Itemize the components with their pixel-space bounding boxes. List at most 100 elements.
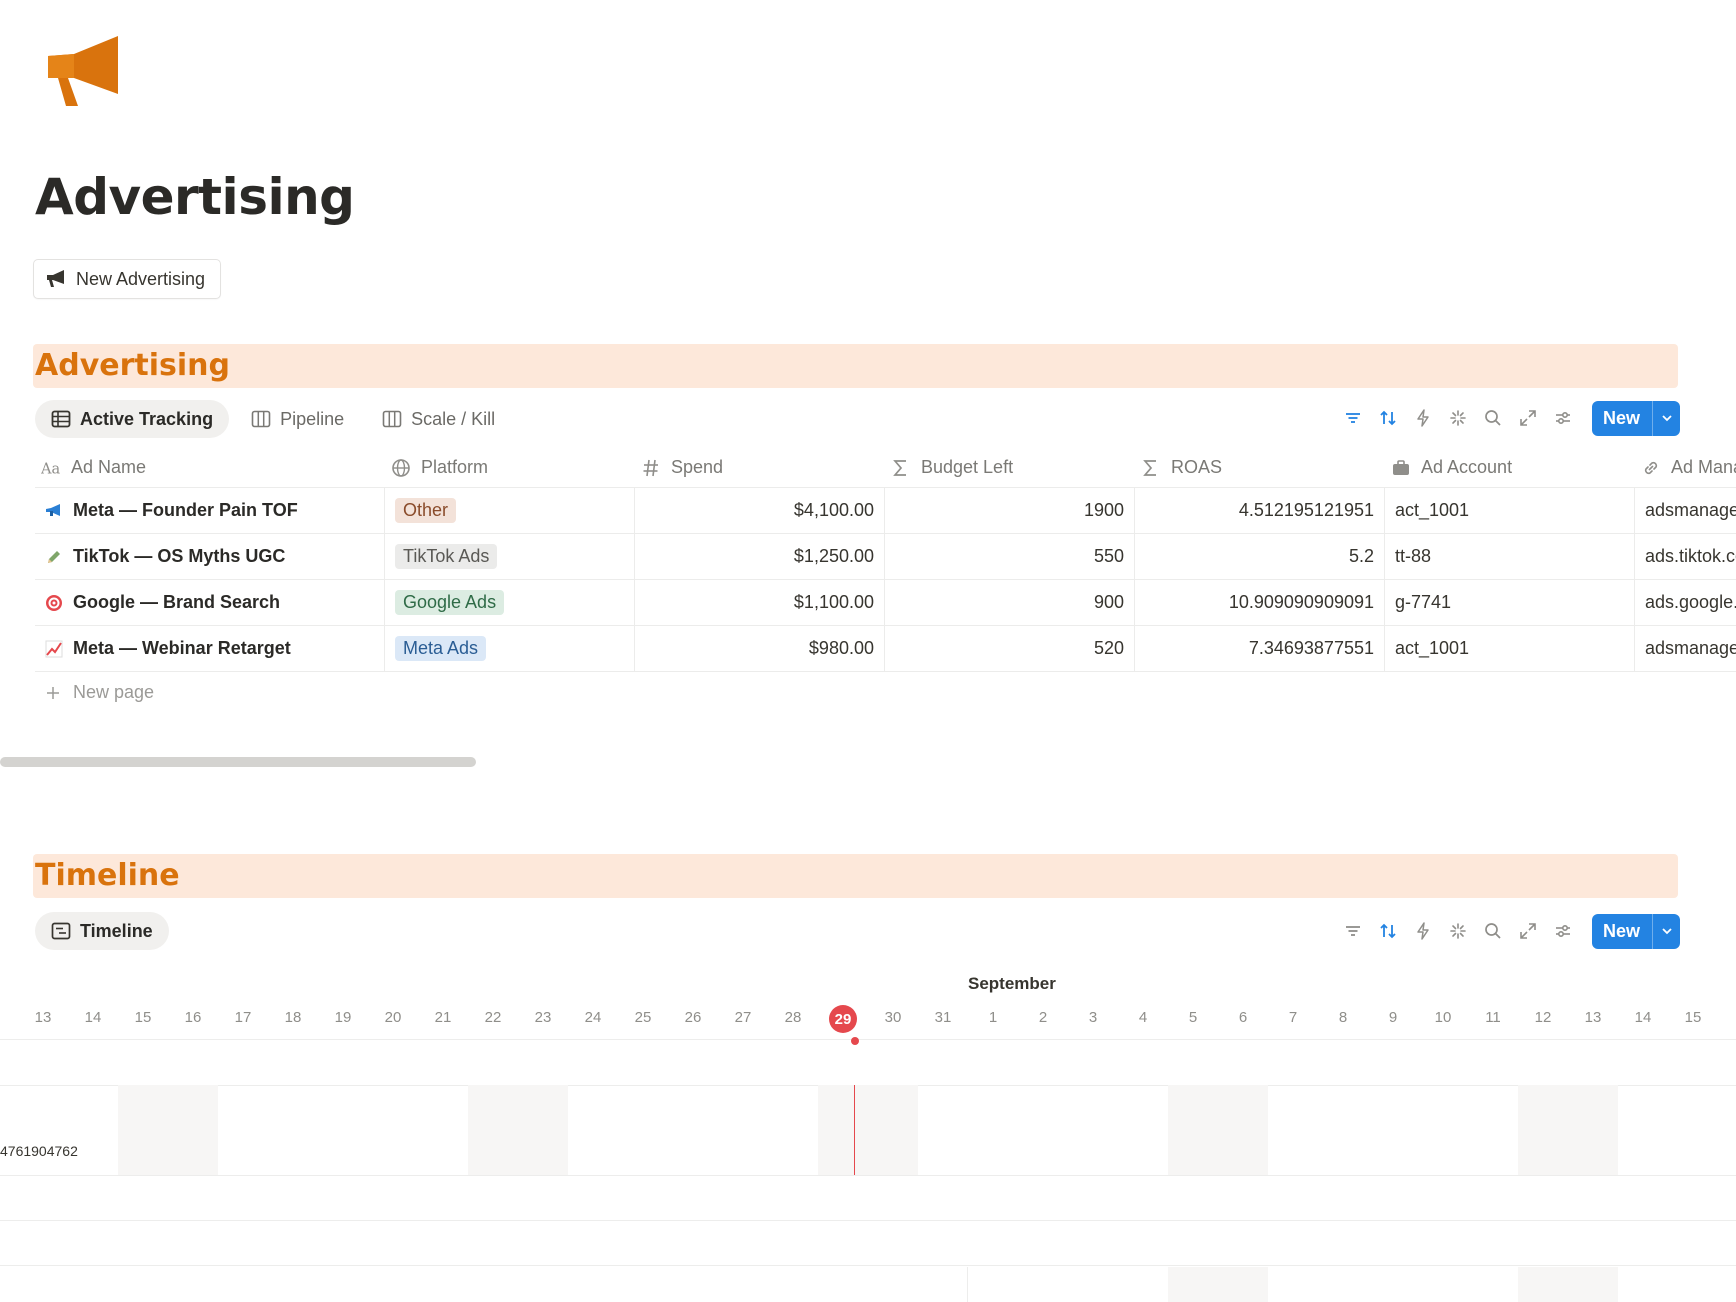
ad-name-cell[interactable]: Meta — Webinar Retarget	[35, 626, 385, 671]
table-icon	[51, 410, 71, 428]
column-header-ad-manager[interactable]: Ad Mana	[1635, 448, 1736, 487]
new-page-button[interactable]: New page	[45, 682, 154, 703]
budget-left-cell[interactable]: 900	[885, 580, 1135, 625]
budget-left-cell[interactable]: 550	[885, 534, 1135, 579]
new-page-label: New page	[73, 682, 155, 702]
settings-icon[interactable]	[1545, 401, 1580, 435]
table-header: Aa Ad Name Platform Spend Budget Left RO…	[35, 448, 1736, 488]
timeline-day: 2	[1038, 1009, 1048, 1026]
timeline-month: September	[968, 974, 1056, 993]
chevron-down-icon[interactable]	[1652, 913, 1680, 949]
spend-cell[interactable]: $980.00	[635, 626, 885, 671]
table-row[interactable]: Meta — Founder Pain TOF Other $4,100.00 …	[35, 488, 1736, 534]
tab-label: Active Tracking	[80, 408, 214, 429]
roas-cell[interactable]: 10.909090909091	[1135, 580, 1385, 625]
budget-left-cell[interactable]: 1900	[885, 488, 1135, 533]
formula-icon	[893, 459, 906, 476]
timeline-grid[interactable]	[0, 1039, 1736, 1302]
column-header-spend[interactable]: Spend	[635, 448, 885, 487]
tab-label: Scale / Kill	[411, 408, 496, 429]
link-icon	[1644, 461, 1658, 474]
today-marker	[851, 1037, 859, 1045]
timeline-day: 10	[1434, 1009, 1452, 1026]
timeline-day: 20	[384, 1009, 402, 1026]
ad-name: Meta — Founder Pain TOF	[73, 500, 298, 520]
platform-cell[interactable]: Google Ads	[385, 580, 635, 625]
ad-account-cell[interactable]: tt-88	[1385, 534, 1635, 579]
column-header-budget-left[interactable]: Budget Left	[885, 448, 1135, 487]
advertising-view-tabs: Active Tracking Pipeline Scale / Kill	[35, 400, 511, 438]
column-label: Platform	[421, 457, 489, 477]
column-label: Spend	[671, 457, 724, 477]
svg-text:Aa: Aa	[41, 461, 60, 477]
automation-icon[interactable]	[1405, 401, 1440, 435]
ad-manager-cell[interactable]: adsmanager	[1635, 626, 1736, 671]
advertising-section-header: Advertising	[33, 344, 1678, 388]
table-row[interactable]: Google — Brand Search Google Ads $1,100.…	[35, 580, 1736, 626]
table-row[interactable]: TikTok — OS Myths UGC TikTok Ads $1,250.…	[35, 534, 1736, 580]
spend-cell[interactable]: $1,100.00	[635, 580, 885, 625]
new-button-label: New	[1603, 407, 1641, 428]
filter-icon[interactable]	[1335, 914, 1370, 948]
ad-manager-cell[interactable]: ads.tiktok.co	[1635, 534, 1736, 579]
tab-active-tracking[interactable]: Active Tracking	[35, 400, 230, 438]
tab-pipeline[interactable]: Pipeline	[235, 400, 360, 438]
platform-cell[interactable]: Other	[385, 488, 635, 533]
ad-manager-cell[interactable]: ads.google.c	[1635, 580, 1736, 625]
timeline-day: 5	[1188, 1009, 1198, 1026]
chevron-down-icon[interactable]	[1652, 400, 1680, 436]
number-icon	[643, 459, 658, 476]
column-header-platform[interactable]: Platform	[385, 448, 635, 487]
timeline-day: 28	[784, 1009, 802, 1026]
ad-manager-cell[interactable]: adsmanager	[1635, 488, 1736, 533]
roas-cell[interactable]: 4.512195121951	[1135, 488, 1385, 533]
spend-cell[interactable]: $1,250.00	[635, 534, 885, 579]
automation-icon[interactable]	[1405, 914, 1440, 948]
column-header-ad-account[interactable]: Ad Account	[1385, 448, 1635, 487]
timeline-day-header: 13 14 15 16 17 18 19 20 21 22 23 24 25 26 27 28 29 30 31 1 2…	[0, 1005, 1736, 1033]
timeline-new-button[interactable]: New	[1592, 913, 1681, 949]
column-header-roas[interactable]: ROAS	[1135, 448, 1385, 487]
megaphone-emoji-icon	[45, 502, 63, 520]
timeline-icon	[51, 922, 71, 940]
tab-timeline[interactable]: Timeline	[35, 912, 169, 950]
budget-left-cell[interactable]: 520	[885, 626, 1135, 671]
new-button-label: New	[1603, 920, 1641, 941]
timeline-day: 21	[434, 1009, 452, 1026]
roas-cell[interactable]: 7.34693877551	[1135, 626, 1385, 671]
timeline-day: 13	[34, 1009, 52, 1026]
expand-icon[interactable]	[1510, 401, 1545, 435]
horizontal-scrollbar[interactable]	[0, 757, 476, 767]
ad-account-cell[interactable]: g-7741	[1385, 580, 1635, 625]
ai-sparkle-icon[interactable]	[1440, 914, 1475, 948]
settings-icon[interactable]	[1545, 914, 1580, 948]
spend-cell[interactable]: $4,100.00	[635, 488, 885, 533]
column-header-ad-name[interactable]: Aa Ad Name	[35, 448, 385, 487]
ad-name-cell[interactable]: Meta — Founder Pain TOF	[35, 488, 385, 533]
search-icon[interactable]	[1475, 401, 1510, 435]
ad-name: Meta — Webinar Retarget	[73, 638, 291, 658]
platform-cell[interactable]: Meta Ads	[385, 626, 635, 671]
ad-name-cell[interactable]: TikTok — OS Myths UGC	[35, 534, 385, 579]
new-advertising-button[interactable]: New Advertising	[33, 259, 222, 299]
timeline-day: 22	[484, 1009, 502, 1026]
ad-account-cell[interactable]: act_1001	[1385, 626, 1635, 671]
ai-sparkle-icon[interactable]	[1440, 401, 1475, 435]
advertising-new-button[interactable]: New	[1592, 400, 1681, 436]
roas-cell[interactable]: 5.2	[1135, 534, 1385, 579]
expand-icon[interactable]	[1510, 914, 1545, 948]
tab-scale-kill[interactable]: Scale / Kill	[366, 400, 511, 438]
table-row[interactable]: Meta — Webinar Retarget Meta Ads $980.00…	[35, 626, 1736, 672]
platform-cell[interactable]: TikTok Ads	[385, 534, 635, 579]
sort-icon[interactable]	[1370, 401, 1405, 435]
platform-tag: Other	[395, 498, 457, 523]
pencil-emoji-icon	[45, 548, 63, 566]
chart-increasing-emoji-icon	[45, 640, 63, 658]
column-label: ROAS	[1171, 457, 1223, 477]
sort-icon[interactable]	[1370, 914, 1405, 948]
ad-account-cell[interactable]: act_1001	[1385, 488, 1635, 533]
filter-icon[interactable]	[1335, 401, 1370, 435]
ad-name-cell[interactable]: Google — Brand Search	[35, 580, 385, 625]
search-icon[interactable]	[1475, 914, 1510, 948]
timeline-day: 14	[84, 1009, 102, 1026]
